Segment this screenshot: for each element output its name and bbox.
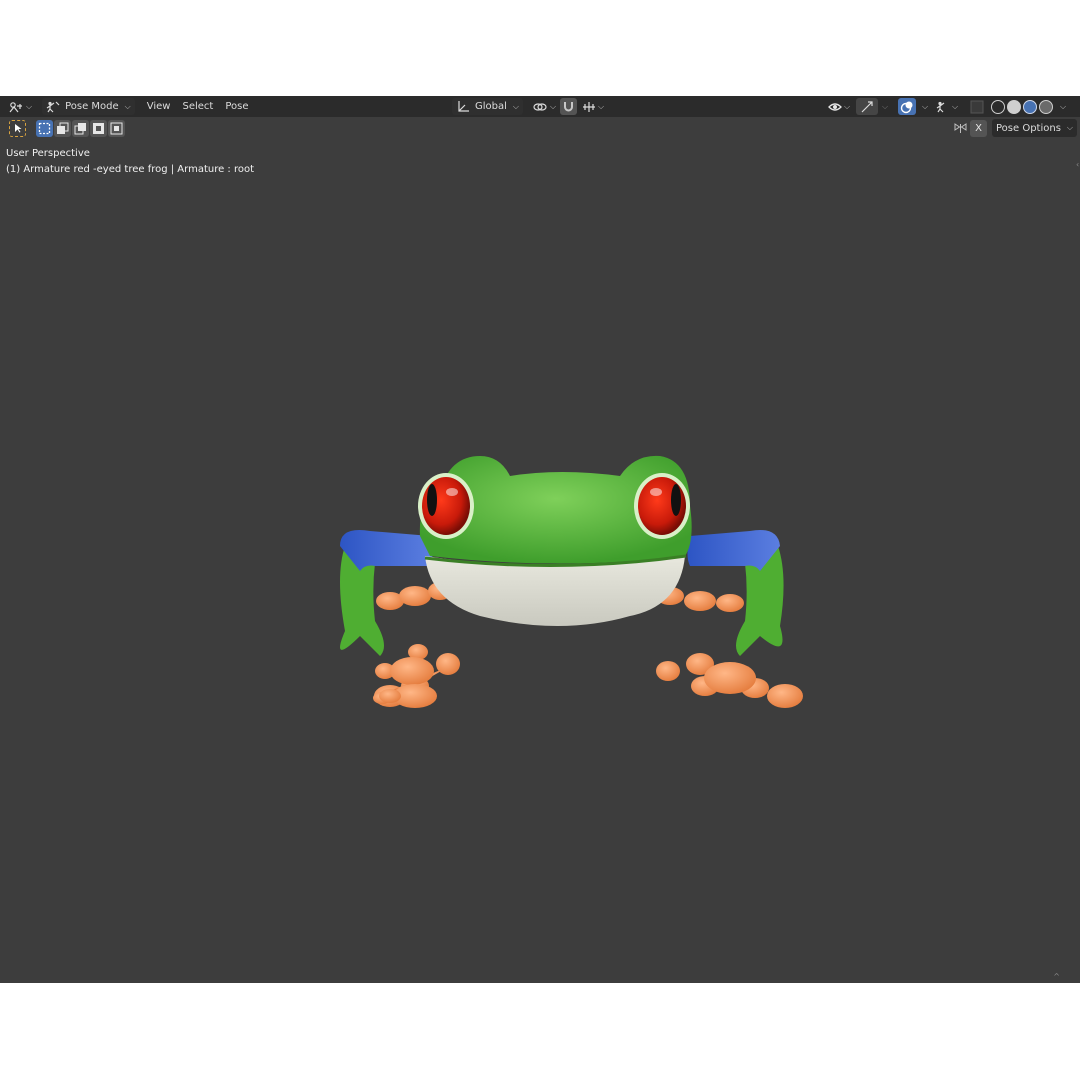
chevron-down-icon: ⌵ bbox=[922, 101, 929, 111]
box-select-icon bbox=[38, 122, 51, 134]
select-invert-icon bbox=[93, 122, 104, 134]
rendered-shading-icon[interactable] bbox=[1039, 99, 1053, 114]
frog-model[interactable] bbox=[300, 396, 820, 726]
3d-viewport[interactable]: ⌵ Pose Mode ⌵ View Select Pose Global ⌵ bbox=[0, 96, 1080, 983]
select-subtract-mode-button[interactable] bbox=[72, 119, 89, 137]
select-intersect-mode-button[interactable] bbox=[108, 119, 125, 137]
chevron-down-icon: ⌵ bbox=[26, 101, 33, 111]
viewport-perspective-label: User Perspective bbox=[6, 148, 90, 159]
viewport-header: ⌵ Pose Mode ⌵ View Select Pose Global ⌵ bbox=[0, 96, 1080, 117]
butterfly-icon bbox=[954, 122, 967, 133]
menu-pose[interactable]: Pose bbox=[219, 98, 254, 115]
chevron-down-icon: ⌵ bbox=[124, 101, 131, 111]
chevron-down-icon[interactable]: ⌵ bbox=[1060, 102, 1066, 112]
menu-view[interactable]: View bbox=[141, 98, 177, 115]
pose-options-dropdown[interactable]: Pose Options ⌵ bbox=[992, 119, 1077, 137]
select-tool-button[interactable] bbox=[9, 119, 26, 137]
pose-bone-icon bbox=[936, 101, 945, 112]
select-invert-mode-button[interactable] bbox=[90, 119, 107, 137]
select-new-mode-button[interactable] bbox=[36, 119, 53, 137]
pivot-point-button[interactable]: ⌵ bbox=[528, 98, 560, 115]
snap-target-button[interactable]: ⌵ bbox=[578, 98, 608, 115]
editor-type-button[interactable]: ⌵ bbox=[4, 98, 36, 115]
mirror-x-button[interactable]: X bbox=[970, 119, 987, 137]
editor-type-icon bbox=[9, 101, 22, 112]
tool-header: X Pose Options ⌵ bbox=[0, 117, 1080, 139]
back-foot-right bbox=[656, 653, 803, 708]
eye-right bbox=[634, 473, 690, 539]
overlays-icon bbox=[900, 101, 913, 113]
scroll-corner-icon: ^ bbox=[1053, 972, 1060, 981]
select-extend-mode-button[interactable] bbox=[54, 119, 71, 137]
link-icon bbox=[533, 102, 547, 111]
chevron-down-icon: ⌵ bbox=[1066, 123, 1073, 132]
wireframe-shading-icon[interactable] bbox=[991, 99, 1005, 114]
eye-left bbox=[418, 473, 474, 539]
mode-selector[interactable]: Pose Mode ⌵ bbox=[42, 98, 135, 115]
transform-orientation-selector[interactable]: Global ⌵ bbox=[452, 98, 523, 115]
xray-toggle[interactable] bbox=[966, 98, 988, 115]
chevron-down-icon: ⌵ bbox=[512, 101, 519, 111]
chevron-down-icon: ⌵ bbox=[882, 101, 889, 111]
gizmo-dropdown[interactable]: ⌵ bbox=[876, 98, 892, 115]
bone-overlay-button[interactable]: ⌵ bbox=[932, 98, 962, 115]
chevron-down-icon: ⌵ bbox=[844, 101, 851, 111]
xray-icon bbox=[970, 100, 984, 113]
overlays-toggle[interactable] bbox=[898, 98, 916, 115]
overlays-dropdown[interactable]: ⌵ bbox=[916, 98, 932, 115]
shading-modes: ⌵ bbox=[990, 96, 1066, 117]
cursor-icon bbox=[14, 124, 21, 133]
mirror-x-label: X bbox=[975, 122, 982, 134]
chevron-down-icon: ⌵ bbox=[952, 101, 959, 111]
snap-increment-icon bbox=[583, 101, 595, 112]
eye-icon bbox=[828, 102, 842, 111]
snap-toggle[interactable] bbox=[560, 98, 577, 115]
material-preview-shading-icon[interactable] bbox=[1023, 99, 1037, 114]
pose-options-label: Pose Options bbox=[996, 122, 1061, 134]
select-intersect-icon bbox=[110, 122, 123, 134]
pose-mode-icon bbox=[46, 101, 60, 112]
chevron-down-icon: ⌵ bbox=[598, 101, 605, 111]
chevron-down-icon: ⌵ bbox=[550, 101, 557, 111]
pose-mirror-button[interactable] bbox=[952, 119, 969, 137]
viewport-object-info: (1) Armature red -eyed tree frog | Armat… bbox=[6, 164, 255, 175]
sidebar-toggle-icon[interactable]: ‹ bbox=[1076, 160, 1080, 169]
gizmo-toggle[interactable] bbox=[856, 98, 878, 115]
select-subtract-icon bbox=[74, 122, 86, 134]
orientation-gizmo-icon bbox=[458, 101, 469, 112]
select-extend-icon bbox=[57, 122, 69, 134]
solid-shading-icon[interactable] bbox=[1007, 99, 1021, 114]
visibility-button[interactable]: ⌵ bbox=[824, 98, 854, 115]
orientation-label: Global bbox=[475, 101, 507, 112]
magnet-icon bbox=[564, 102, 573, 112]
mode-label: Pose Mode bbox=[65, 101, 119, 112]
menu-select[interactable]: Select bbox=[176, 98, 219, 115]
gizmo-icon bbox=[861, 101, 873, 113]
